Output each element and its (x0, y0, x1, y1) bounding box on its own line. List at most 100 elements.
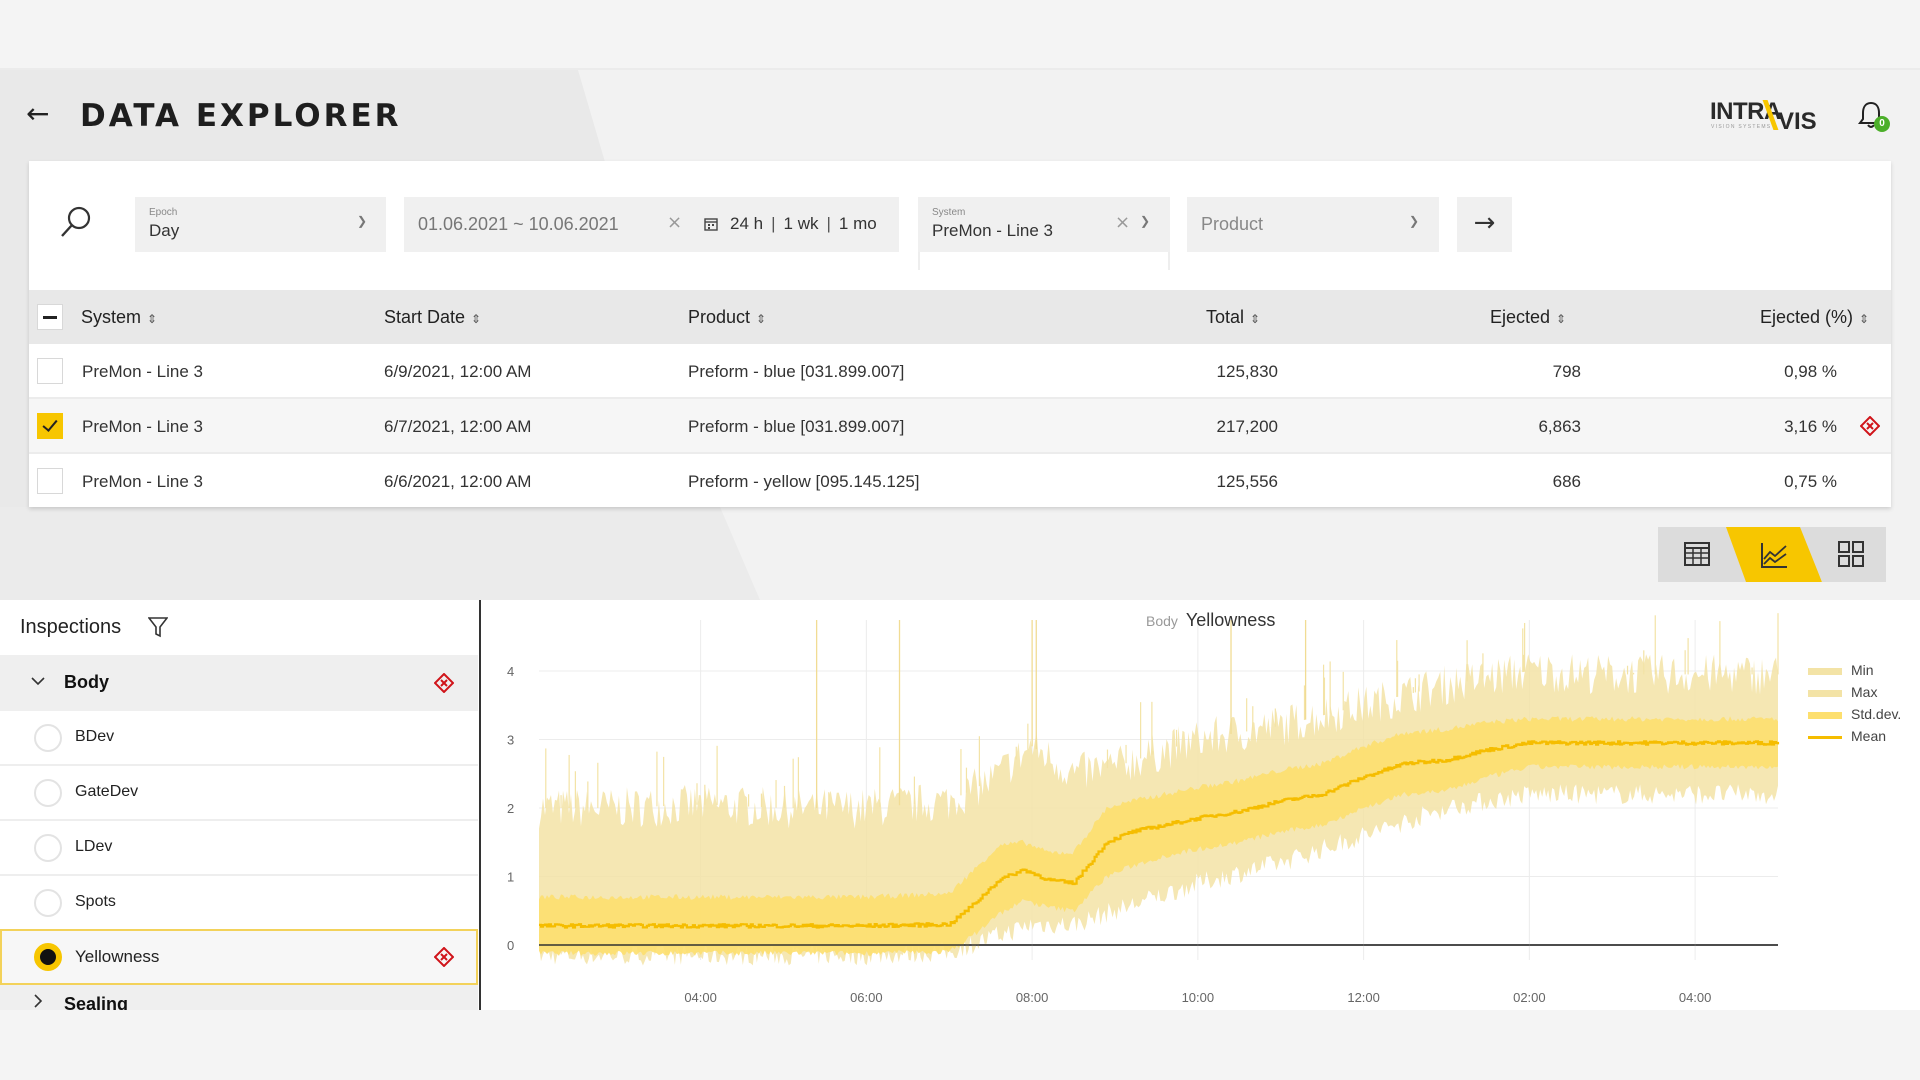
logo-subtitle: VISION SYSTEMS (1711, 124, 1772, 130)
cell-ejected: 6,863 (1538, 417, 1581, 436)
radio-button[interactable] (34, 834, 62, 862)
warning-icon (1860, 416, 1880, 436)
cell-system: PreMon - Line 3 (82, 417, 203, 436)
item-label: LDev (75, 838, 113, 855)
cell-product: Preform - blue [031.899.007] (688, 417, 905, 436)
cell-system: PreMon - Line 3 (82, 362, 203, 381)
sort-icon: ⇕ (471, 312, 482, 326)
row-checkbox[interactable] (37, 358, 63, 384)
inspection-item-yellowness[interactable]: Yellowness (0, 929, 478, 985)
radio-button-selected[interactable] (34, 943, 62, 971)
product-select[interactable]: Product ❯ (1187, 197, 1439, 252)
group-body[interactable]: Body (0, 655, 478, 711)
legend-swatch (1808, 712, 1842, 719)
row-checkbox[interactable] (37, 468, 63, 494)
filter-table-card: Epoch Day ❯ 01.06.2021 ~ 10.06.2021 × 24… (29, 161, 1891, 507)
sort-icon: ⇕ (1250, 312, 1261, 326)
inspection-item-gatedev[interactable]: GateDev (0, 766, 478, 821)
chevron-down-icon (31, 677, 45, 686)
y-tick-label: 3 (507, 733, 514, 748)
x-tick-label: 08:00 (1016, 990, 1049, 1005)
cell-start-date: 6/7/2021, 12:00 AM (384, 417, 532, 436)
cell-total: 217,200 (1216, 417, 1278, 436)
item-label: Yellowness (75, 947, 160, 966)
system-select[interactable]: System PreMon - Line 3 × ❯ (918, 197, 1170, 252)
y-tick-label: 2 (507, 801, 514, 816)
quick-range-1wk[interactable]: 1 wk (784, 214, 819, 233)
y-tick-label: 4 (507, 664, 514, 679)
x-tick-label: 02:00 (1513, 990, 1546, 1005)
inspection-item-bdev[interactable]: BDev (0, 711, 478, 766)
group-sealing[interactable]: Sealing (0, 985, 478, 1010)
y-tick-label: 1 (507, 870, 514, 885)
system-value: PreMon - Line 3 (932, 221, 1053, 240)
x-tick-label: 06:00 (850, 990, 883, 1005)
select-all-checkbox[interactable] (37, 304, 63, 330)
page-title: DATA EXPLORER (80, 98, 402, 134)
legend-swatch (1808, 736, 1842, 739)
cell-ejected: 798 (1552, 362, 1581, 381)
chevron-down-icon: ❯ (1140, 214, 1151, 228)
date-range-field[interactable]: 01.06.2021 ~ 10.06.2021 × 24 h | 1 wk | 1 mo (404, 197, 899, 252)
column-header-system[interactable]: System ⇕ (81, 307, 157, 328)
notifications-button[interactable]: 0 (1858, 100, 1890, 134)
inspections-panel: Inspections Body BDev GateDev LDev Spots… (0, 600, 480, 1010)
cell-start-date: 6/6/2021, 12:00 AM (384, 472, 532, 491)
back-arrow-icon[interactable]: ← (26, 100, 54, 128)
date-range-value: 01.06.2021 ~ 10.06.2021 (418, 214, 619, 234)
table-row[interactable]: PreMon - Line 3 6/9/2021, 12:00 AM Prefo… (29, 344, 1891, 399)
row-checkbox[interactable] (37, 413, 63, 439)
sort-icon: ⇕ (147, 312, 158, 326)
epoch-label: Epoch (149, 207, 178, 218)
clear-date-icon[interactable]: × (667, 212, 682, 233)
epoch-select[interactable]: Epoch Day ❯ (135, 197, 386, 252)
cell-ejected: 686 (1552, 472, 1581, 491)
item-label: BDev (75, 728, 115, 745)
column-header-ejected-pct[interactable]: Ejected (%) ⇕ (1760, 307, 1869, 328)
radio-button[interactable] (34, 724, 62, 752)
apply-filter-button[interactable]: → (1457, 197, 1512, 252)
radio-button[interactable] (34, 779, 62, 807)
table-icon (1684, 542, 1710, 566)
table-row[interactable]: PreMon - Line 3 6/6/2021, 12:00 AM Prefo… (29, 454, 1891, 509)
chevron-down-icon: ❯ (1409, 214, 1420, 228)
cell-product: Preform - blue [031.899.007] (688, 362, 905, 381)
search-icon[interactable] (57, 203, 97, 243)
product-placeholder: Product (1201, 214, 1264, 234)
x-tick-label: 10:00 (1182, 990, 1215, 1005)
column-header-ejected[interactable]: Ejected ⇕ (1490, 307, 1566, 328)
warning-icon (434, 947, 454, 967)
chevron-right-icon (34, 994, 43, 1008)
chart-subtitle: Body (1146, 613, 1178, 629)
inspection-item-ldev[interactable]: LDev (0, 821, 478, 876)
table-row[interactable]: PreMon - Line 3 6/7/2021, 12:00 AM Prefo… (29, 399, 1891, 454)
y-tick-label: 0 (507, 938, 514, 953)
sort-icon: ⇕ (1859, 312, 1870, 326)
epoch-value: Day (149, 221, 180, 240)
filter-icon[interactable] (148, 616, 168, 638)
column-header-total[interactable]: Total ⇕ (1206, 307, 1260, 328)
table-header: System ⇕ Start Date ⇕ Product ⇕ Total ⇕ Ejec… (29, 290, 1891, 344)
quick-range-group: 24 h | 1 wk | 1 mo (730, 214, 877, 234)
cell-total: 125,556 (1216, 472, 1278, 491)
calendar-icon[interactable] (704, 217, 718, 231)
legend-swatch (1808, 668, 1842, 675)
quick-range-24h[interactable]: 24 h (730, 214, 763, 233)
clear-system-icon[interactable]: × (1115, 212, 1130, 233)
group-label: Sealing (64, 994, 129, 1010)
chart-panel: 0 1 2 3 4 04:00 06:00 08:00 10:00 12:00 02:00 04:00… (481, 600, 1920, 1010)
radio-button[interactable] (34, 889, 62, 917)
column-header-product[interactable]: Product ⇕ (688, 307, 766, 328)
inspection-item-spots[interactable]: Spots (0, 876, 478, 931)
chart-title-text: Yellowness (1185, 610, 1276, 630)
group-label: Body (64, 672, 109, 692)
separator: | (826, 214, 831, 233)
line-chart-icon (1761, 543, 1787, 568)
x-tick-label: 04:00 (1679, 990, 1712, 1005)
yellowness-chart: 0 1 2 3 4 04:00 06:00 08:00 10:00 12:00 02:00 04:00 (507, 613, 1780, 1005)
item-label: Spots (75, 893, 116, 910)
quick-range-1mo[interactable]: 1 mo (839, 214, 877, 233)
sort-icon: ⇕ (1556, 312, 1567, 326)
cell-total: 125,830 (1216, 362, 1278, 381)
column-header-start-date[interactable]: Start Date ⇕ (384, 307, 481, 328)
